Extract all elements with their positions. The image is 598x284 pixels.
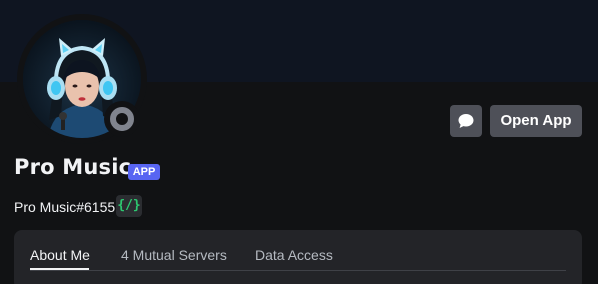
profile-card: About Me 4 Mutual Servers Data Access bbox=[14, 230, 582, 284]
profile-tabs: About Me 4 Mutual Servers Data Access bbox=[30, 230, 566, 271]
message-button[interactable] bbox=[450, 105, 482, 137]
open-app-button[interactable]: Open App bbox=[490, 105, 582, 137]
tab-mutual-servers[interactable]: 4 Mutual Servers bbox=[121, 247, 227, 263]
slash-commands-badge[interactable]: {/} bbox=[116, 195, 142, 217]
active-tab-indicator bbox=[30, 268, 89, 270]
tab-data-access[interactable]: Data Access bbox=[255, 247, 333, 263]
speech-bubble-icon bbox=[458, 114, 474, 128]
tab-about-me[interactable]: About Me bbox=[30, 247, 90, 263]
app-badge: APP bbox=[128, 164, 160, 180]
display-name: Pro Music bbox=[14, 155, 132, 179]
status-offline-icon bbox=[110, 107, 134, 131]
username: Pro Music#6155 bbox=[14, 199, 116, 215]
